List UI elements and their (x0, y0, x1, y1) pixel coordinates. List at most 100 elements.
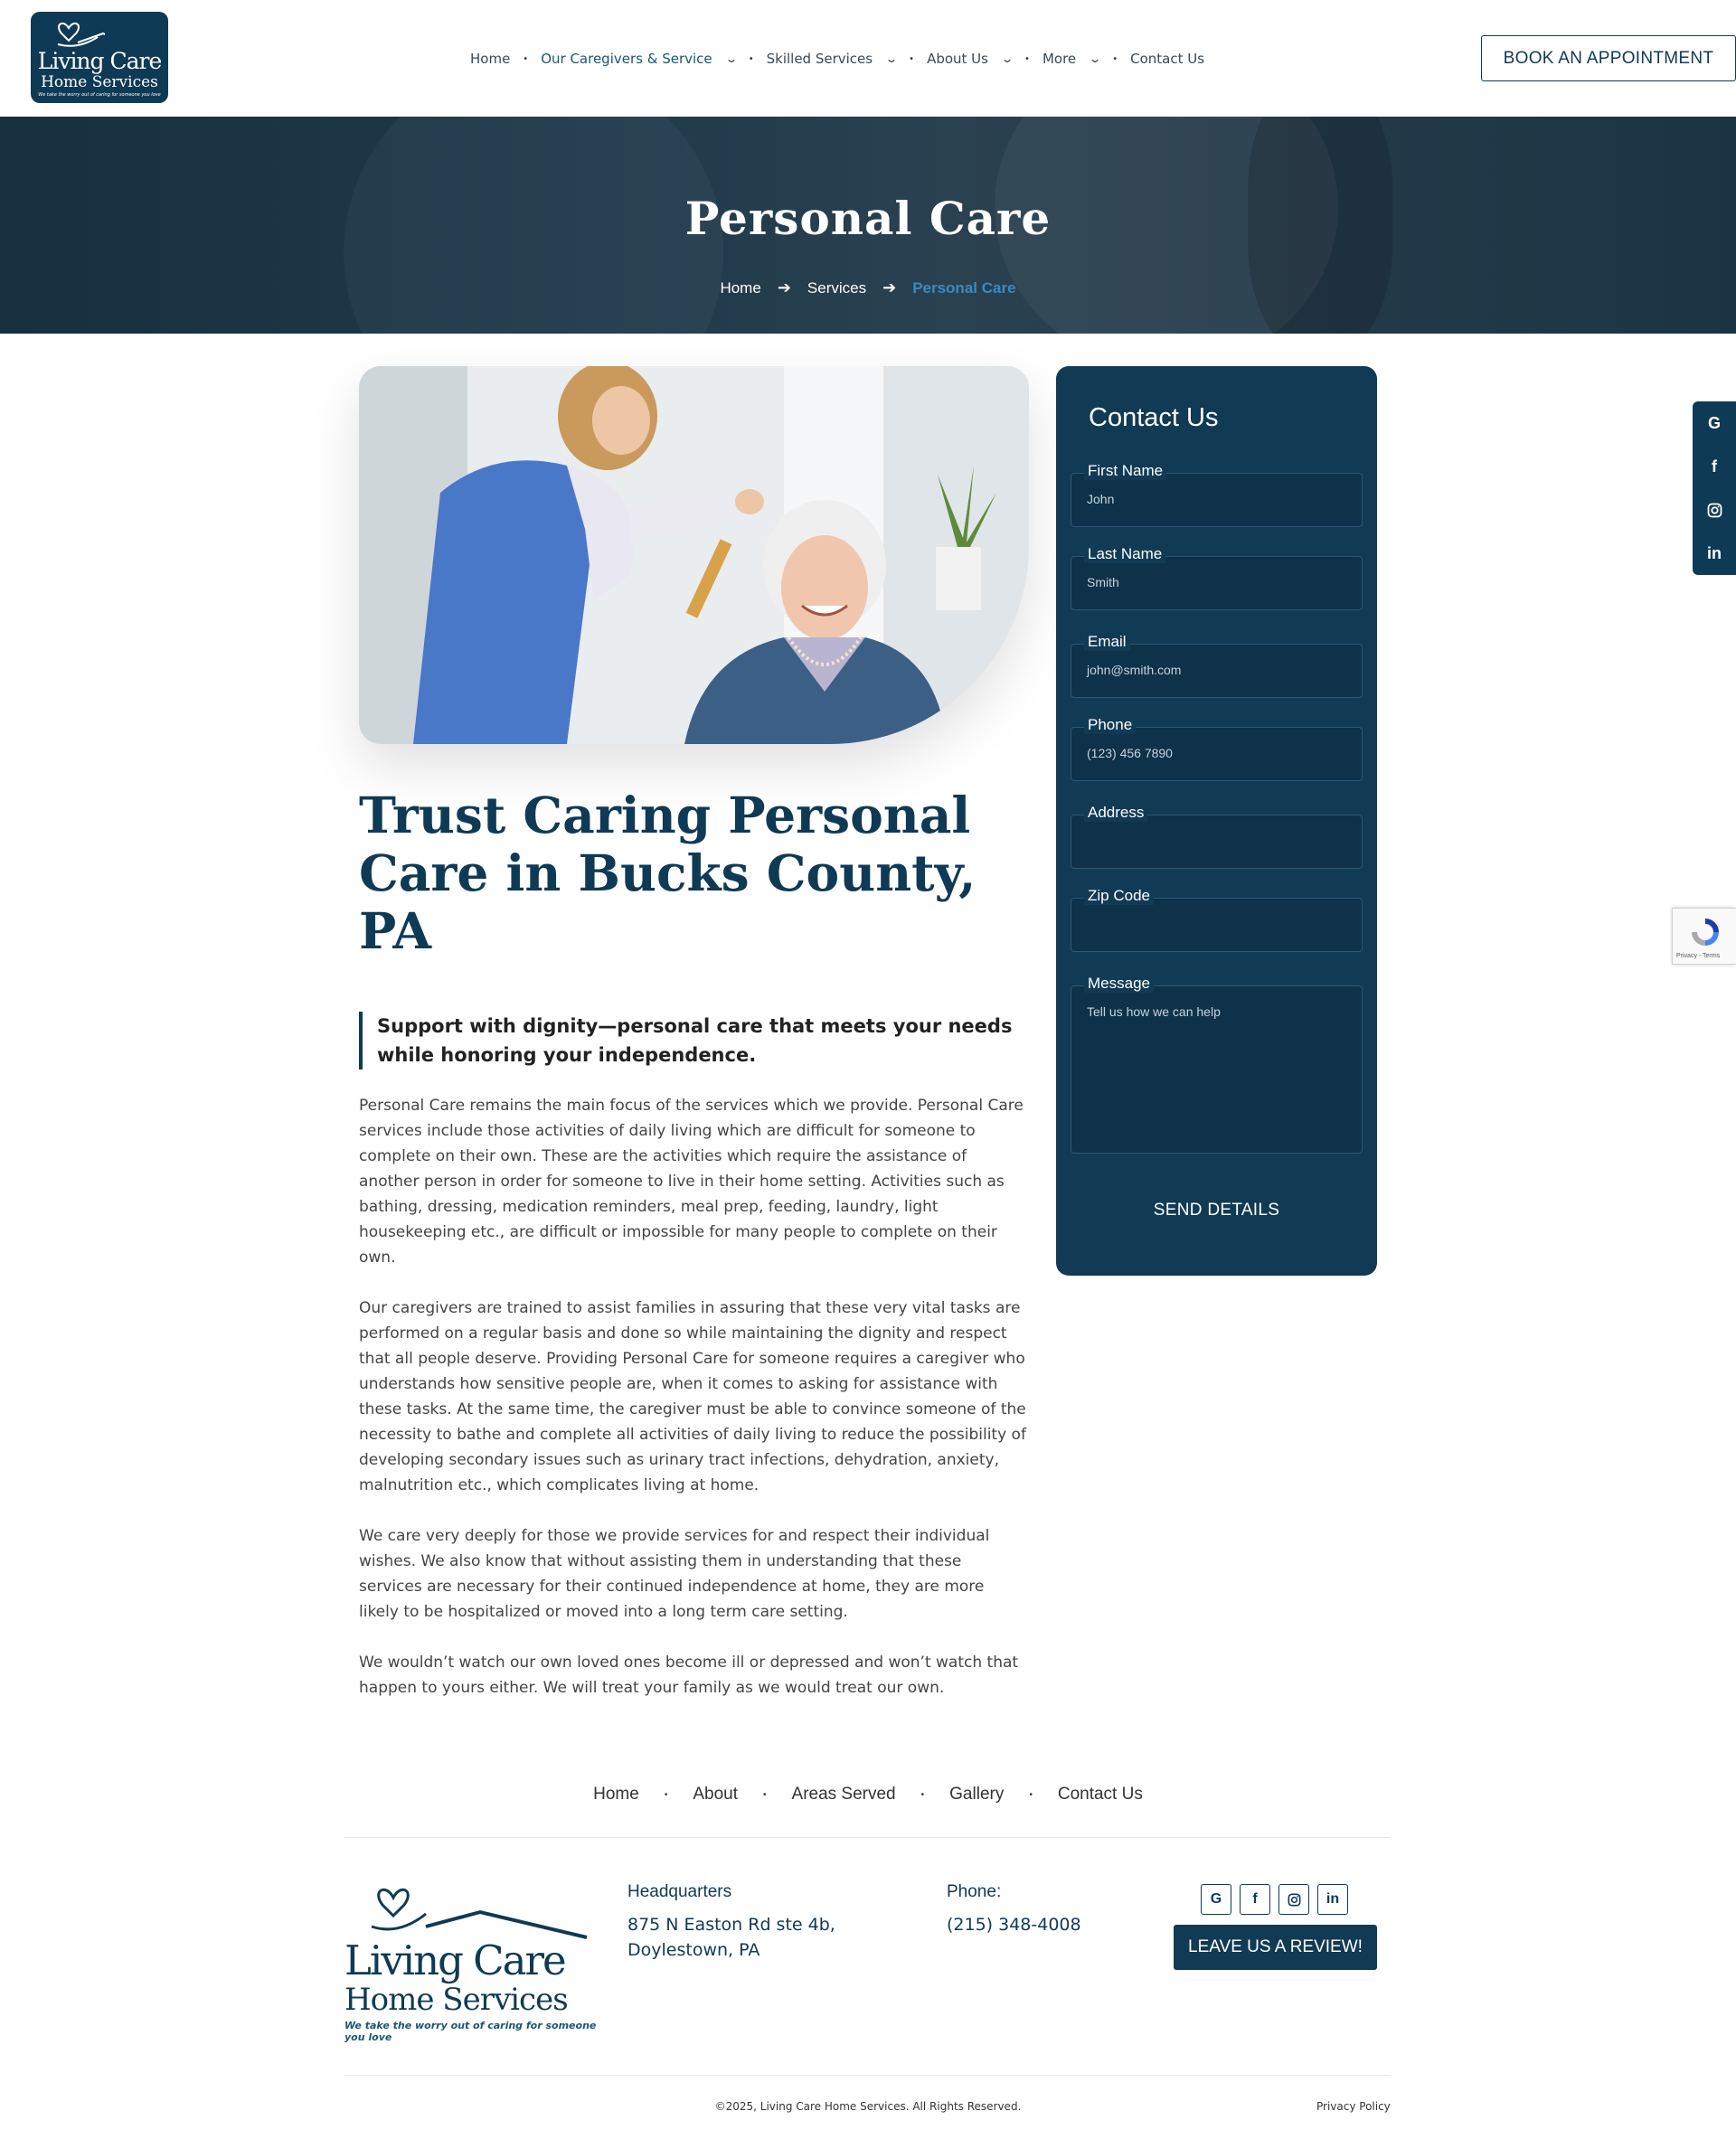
nav-separator: • (920, 1789, 925, 1800)
breadcrumb-services[interactable]: Services (807, 279, 866, 297)
article-paragraph: We care very deeply for those we provide… (359, 1527, 990, 1621)
page-title: Personal Care (684, 192, 1052, 245)
chevron-down-icon: ⌄ (724, 52, 739, 65)
footer-nav-gallery[interactable]: Gallery (949, 1785, 1004, 1804)
caregiver-image (359, 366, 1029, 744)
chevron-down-icon: ⌄ (884, 52, 899, 65)
nav-item-contact[interactable]: Contact Us (1130, 51, 1204, 67)
side-social-bar: G f in (1693, 401, 1736, 575)
footer-divider (344, 2075, 1391, 2076)
nav-label: Home (470, 51, 511, 67)
message-field[interactable]: Message Tell us how we can help (1071, 975, 1363, 1154)
breadcrumb-current: Personal Care (912, 278, 1016, 297)
nav-label: Our Caregivers & Service (541, 51, 712, 67)
main-nav: Home • Our Caregivers & Service ⌄ • Skill… (470, 47, 1204, 71)
logo-tagline: We take the worry out of caring for some… (38, 92, 161, 98)
footer-divider (344, 1837, 1391, 1838)
field-placeholder: Tell us how we can help (1087, 1004, 1221, 1019)
field-label: Last Name (1084, 545, 1166, 563)
nav-item-caregivers[interactable]: Our Caregivers & Service ⌄ (541, 51, 739, 67)
nav-separator: • (763, 1789, 767, 1800)
email-field[interactable]: Email john@smith.com (1071, 633, 1363, 698)
facebook-icon[interactable]: f (1240, 1884, 1270, 1915)
book-appointment-button[interactable]: BOOK AN APPOINTMENT (1481, 35, 1736, 81)
site-header: Living Care Home Services We take the wo… (0, 0, 1736, 117)
field-placeholder: john@smith.com (1087, 663, 1182, 677)
instagram-icon[interactable] (1278, 1884, 1309, 1915)
chevron-down-icon: ⌄ (1000, 52, 1014, 65)
site-logo[interactable]: Living Care Home Services We take the wo… (31, 12, 168, 103)
arrow-right-icon: ➔ (777, 278, 791, 297)
nav-label: More (1042, 51, 1077, 67)
footer-nav-home[interactable]: Home (593, 1785, 639, 1804)
address-field[interactable]: Address (1071, 804, 1363, 869)
facebook-icon[interactable]: f (1693, 445, 1736, 488)
last-name-field[interactable]: Last Name Smith (1071, 545, 1363, 610)
google-icon[interactable]: G (1201, 1884, 1231, 1915)
nav-item-more[interactable]: More ⌄ (1042, 51, 1102, 67)
leave-review-button[interactable]: LEAVE US A REVIEW! (1174, 1925, 1377, 1970)
footer-nav-contact[interactable]: Contact Us (1058, 1785, 1143, 1804)
heart-hand-icon (371, 1888, 588, 1939)
linkedin-icon[interactable]: in (1317, 1884, 1348, 1915)
chevron-down-icon: ⌄ (1088, 52, 1102, 65)
caregiver-photo (359, 366, 1029, 744)
breadcrumb: Home ➔ Services ➔ Personal Care (0, 278, 1736, 297)
footer-nav-about[interactable]: About (693, 1785, 738, 1804)
linkedin-icon[interactable]: in (1693, 532, 1736, 575)
send-details-button[interactable]: SEND DETAILS (1056, 1201, 1377, 1220)
footer-nav-areas[interactable]: Areas Served (792, 1785, 896, 1804)
article-paragraph: We wouldn’t watch our own loved ones bec… (359, 1654, 1019, 1697)
field-label: Address (1084, 804, 1148, 822)
field-label: Phone (1084, 716, 1137, 734)
contact-title: Contact Us (1089, 403, 1219, 432)
copyright: ©2025, Living Care Home Services. All Ri… (714, 2100, 1022, 2113)
headquarters-address: 875 N Easton Rd ste 4b, Doylestown, PA (627, 1912, 835, 1963)
field-label: First Name (1084, 462, 1167, 480)
nav-separator: • (1112, 53, 1118, 64)
contact-form: Contact Us First Name John Last Name Smi… (1056, 366, 1377, 1276)
nav-item-about[interactable]: About Us ⌄ (927, 51, 1014, 67)
phone-heading: Phone: (947, 1882, 1002, 1901)
footer-logo-tagline: We take the worry out of caring for some… (344, 2020, 597, 2043)
hero-banner: Personal Care Home ➔ Services ➔ Personal… (0, 117, 1736, 334)
recaptcha-icon (1692, 919, 1719, 946)
field-placeholder: John (1087, 492, 1115, 506)
footer-nav: Home • About • Areas Served • Gallery • … (0, 1785, 1736, 1804)
article-paragraph: Our caregivers are trained to assist fam… (359, 1299, 1026, 1494)
footer-logo-line1: Living Care (344, 1936, 567, 1984)
nav-item-home[interactable]: Home (470, 51, 510, 67)
google-icon[interactable]: G (1693, 401, 1736, 445)
footer-social: G f in (1201, 1884, 1356, 1915)
nav-label: Contact Us (1130, 51, 1205, 67)
nav-item-skilled-services[interactable]: Skilled Services ⌄ (767, 51, 899, 67)
article-title: Trust Caring Personal Care in Bucks Coun… (359, 786, 976, 960)
address-line1: 875 N Easton Rd ste 4b, (627, 1915, 835, 1935)
article-paragraph: Personal Care remains the main focus of … (359, 1097, 1024, 1267)
nav-separator: • (664, 1789, 668, 1800)
field-label: Message (1084, 975, 1154, 993)
phone-number[interactable]: (215) 348-4008 (947, 1912, 1081, 1937)
logo-line2: Home Services (41, 73, 158, 91)
nav-separator: • (1029, 1789, 1033, 1800)
breadcrumb-home[interactable]: Home (720, 279, 760, 297)
nav-separator: • (909, 53, 915, 64)
field-placeholder: (123) 456 7890 (1087, 746, 1173, 760)
arrow-right-icon: ➔ (882, 278, 897, 297)
zip-code-field[interactable]: Zip Code (1071, 887, 1363, 952)
address-line2: Doylestown, PA (627, 1940, 760, 1960)
field-label: Email (1084, 633, 1130, 651)
footer-logo-line2: Home Services (344, 1982, 569, 2018)
nav-separator: • (748, 53, 754, 64)
recaptcha-badge[interactable]: Privacy - Terms (1672, 908, 1736, 965)
logo-line1: Living Care (37, 48, 163, 74)
footer-logo[interactable]: Living Care Home Services We take the wo… (344, 1878, 598, 2043)
privacy-policy-link[interactable]: Privacy Policy (1316, 2100, 1391, 2113)
instagram-icon[interactable] (1693, 488, 1736, 532)
nav-label: About Us (927, 51, 988, 67)
phone-field[interactable]: Phone (123) 456 7890 (1071, 716, 1363, 781)
recaptcha-links: Privacy - Terms (1676, 953, 1721, 959)
headquarters-heading: Headquarters (627, 1882, 732, 1901)
field-label: Zip Code (1084, 887, 1154, 905)
first-name-field[interactable]: First Name John (1071, 462, 1363, 527)
